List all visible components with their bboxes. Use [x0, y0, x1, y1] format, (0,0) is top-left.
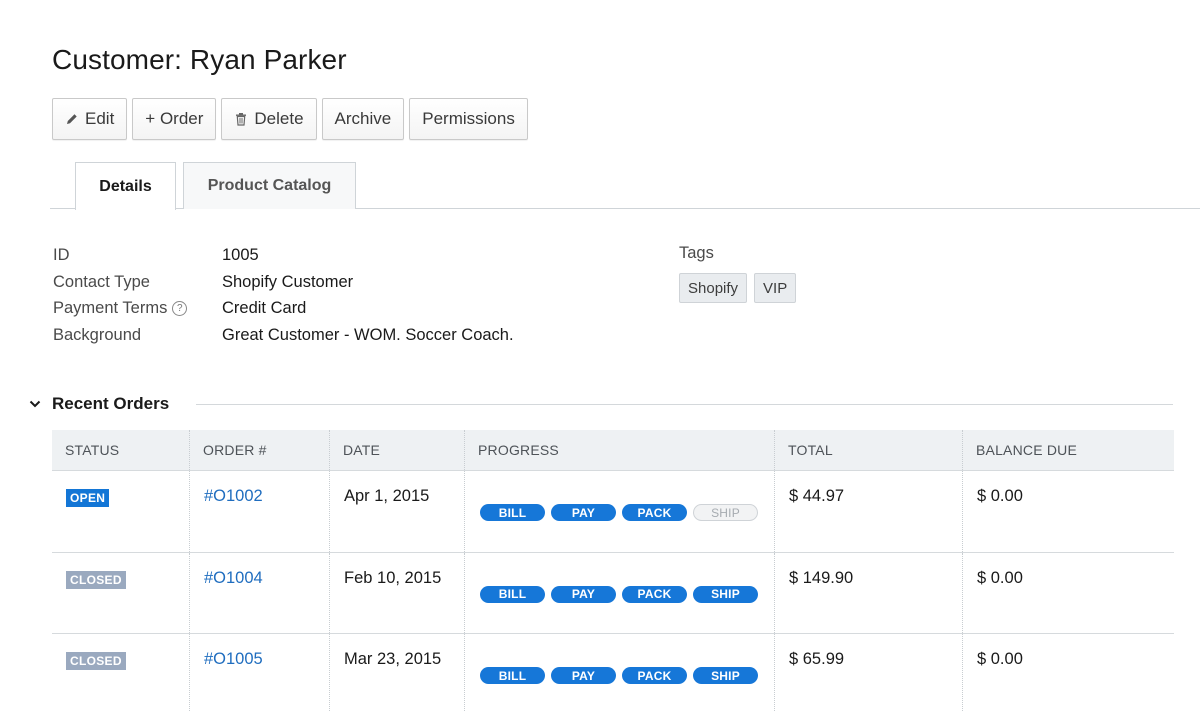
archive-button[interactable]: Archive: [321, 98, 405, 140]
column-header-status: STATUS: [52, 430, 190, 470]
status-cell: OPEN: [52, 471, 190, 552]
progress-steps: BILL PAY PACK SHIP: [479, 585, 774, 603]
delete-button[interactable]: Delete: [221, 98, 317, 140]
trash-icon: [234, 112, 248, 126]
order-total: $ 44.97: [775, 471, 963, 552]
column-header-total: TOTAL: [775, 430, 963, 470]
progress-step-pack: PACK: [622, 504, 687, 521]
progress-step-pay: PAY: [551, 667, 616, 684]
recent-orders-toggle[interactable]: Recent Orders: [28, 394, 169, 414]
progress-step-ship: SHIP: [693, 504, 758, 521]
progress-steps: BILL PAY PACK SHIP: [479, 667, 774, 684]
permissions-button[interactable]: Permissions: [409, 98, 528, 140]
tab-details[interactable]: Details: [75, 162, 176, 210]
progress-step-bill: BILL: [480, 504, 545, 521]
tab-product-catalog[interactable]: Product Catalog: [183, 162, 356, 209]
detail-label: ID: [53, 246, 70, 264]
tags-list: Shopify VIP: [679, 273, 797, 303]
section-divider: [196, 404, 1173, 405]
chevron-down-icon: [28, 397, 42, 411]
progress-step-ship: SHIP: [693, 667, 758, 684]
permissions-button-label: Permissions: [422, 109, 515, 128]
progress-steps: BILL PAY PACK SHIP: [479, 504, 774, 521]
edit-button-label: Edit: [85, 109, 115, 128]
progress-step-pay: PAY: [551, 504, 616, 521]
pencil-icon: [65, 112, 79, 126]
progress-step-ship: SHIP: [693, 585, 758, 603]
detail-label: Contact Type: [53, 272, 150, 291]
status-badge: CLOSED: [66, 652, 126, 670]
tags-section: Tags Shopify VIP: [679, 244, 797, 303]
section-title: Recent Orders: [52, 394, 170, 413]
order-link[interactable]: #O1004: [190, 552, 330, 633]
tag-vip[interactable]: VIP: [754, 273, 797, 303]
tag-shopify[interactable]: Shopify: [679, 273, 748, 303]
progress-cell: BILL PAY PACK SHIP: [465, 634, 775, 712]
edit-button[interactable]: Edit: [52, 98, 128, 140]
tab-product-catalog-label: Product Catalog: [207, 177, 332, 194]
page-title: Customer: Ryan Parker: [52, 44, 347, 75]
progress-step-pack: PACK: [622, 667, 687, 684]
detail-value: Shopify Customer: [222, 272, 354, 291]
order-link[interactable]: #O1005: [190, 634, 330, 712]
order-date: Apr 1, 2015: [330, 471, 465, 552]
tags-label: Tags: [679, 244, 714, 262]
column-header-order: ORDER #: [190, 430, 330, 470]
detail-value: Great Customer - WOM. Soccer Coach.: [222, 325, 514, 344]
orders-table: STATUS ORDER # DATE PROGRESS TOTAL BALAN…: [52, 430, 1174, 712]
column-header-date: DATE: [330, 430, 465, 470]
add-order-button-label: + Order: [145, 109, 204, 128]
order-link[interactable]: #O1002: [190, 471, 330, 552]
order-total: $ 65.99: [775, 634, 963, 712]
table-header: STATUS ORDER # DATE PROGRESS TOTAL BALAN…: [52, 430, 1174, 471]
status-badge: CLOSED: [66, 570, 126, 589]
progress-step-pack: PACK: [622, 585, 687, 603]
archive-button-label: Archive: [334, 109, 392, 128]
order-total: $ 149.90: [775, 552, 963, 633]
progress-cell: BILL PAY PACK SHIP: [465, 471, 775, 552]
detail-label-payment-terms: Payment Terms ?: [53, 299, 188, 318]
table-row: CLOSED #O1004 Feb 10, 2015 BILL PAY PACK…: [52, 552, 1174, 634]
status-cell: CLOSED: [52, 552, 190, 633]
add-order-button[interactable]: + Order: [132, 98, 217, 140]
delete-button-label: Delete: [254, 109, 304, 128]
status-badge: OPEN: [66, 489, 110, 507]
column-header-progress: PROGRESS: [465, 430, 775, 470]
detail-value: 1005: [222, 246, 259, 264]
detail-label: Background: [53, 325, 142, 344]
column-header-balance-due: BALANCE DUE: [976, 442, 1078, 458]
status-cell: CLOSED: [52, 634, 190, 712]
progress-step-bill: BILL: [480, 667, 545, 684]
progress-step-bill: BILL: [480, 585, 545, 603]
table-row: CLOSED #O1005 Mar 23, 2015 BILL PAY PACK…: [52, 634, 1174, 712]
order-balance-due: $ 0.00: [977, 568, 1023, 587]
help-icon[interactable]: ?: [172, 301, 188, 316]
order-balance-due: $ 0.00: [977, 487, 1023, 505]
tab-details-label: Details: [99, 177, 152, 195]
progress-step-pay: PAY: [551, 585, 616, 603]
table-row: OPEN #O1002 Apr 1, 2015 BILL PAY PACK SH…: [52, 471, 1174, 553]
order-date: Feb 10, 2015: [330, 552, 465, 633]
detail-label-text: Payment Terms: [53, 299, 168, 317]
order-date: Mar 23, 2015: [330, 634, 465, 712]
order-balance-due: $ 0.00: [977, 650, 1023, 668]
progress-cell: BILL PAY PACK SHIP: [465, 552, 775, 633]
action-toolbar: Edit + Order Delete Archive Permissions: [52, 98, 528, 140]
detail-value: Credit Card: [222, 299, 307, 317]
